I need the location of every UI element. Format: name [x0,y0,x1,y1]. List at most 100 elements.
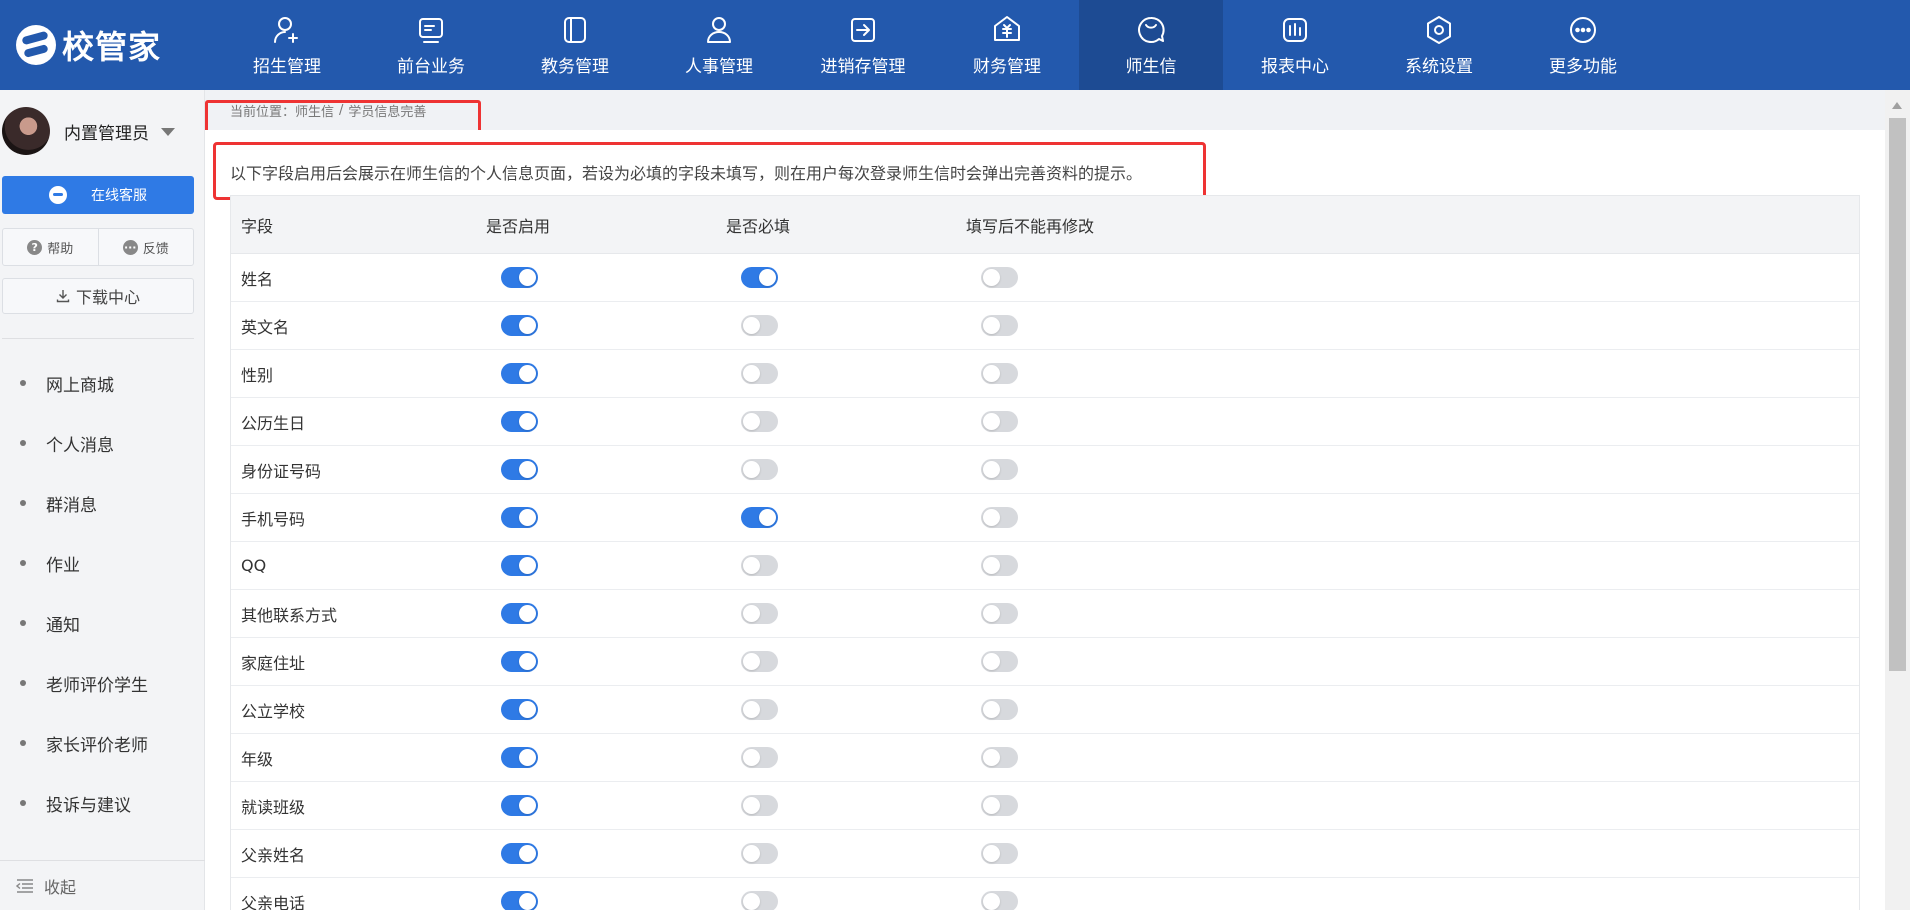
user-name: 内置管理员 [64,123,149,144]
locked-toggle[interactable] [981,795,1018,816]
nav-label: 人事管理 [685,56,753,77]
enabled-toggle[interactable] [501,315,538,336]
required-toggle[interactable] [741,747,778,768]
required-toggle[interactable] [741,651,778,672]
locked-toggle[interactable] [981,651,1018,672]
user-menu[interactable]: 内置管理员 [0,100,204,162]
feedback-button[interactable]: ··· 反馈 [97,229,194,265]
nav-label: 前台业务 [397,56,465,77]
locked-toggle[interactable] [981,843,1018,864]
required-toggle[interactable] [741,507,778,528]
download-center-button[interactable]: 下载中心 [2,278,194,314]
online-service-button[interactable]: 在线客服 [2,176,194,214]
nav-item-7[interactable]: 报表中心 [1223,0,1367,90]
enabled-toggle-cell [486,843,726,864]
enabled-toggle[interactable] [501,795,538,816]
enabled-toggle[interactable] [501,843,538,864]
enabled-toggle[interactable] [501,699,538,720]
sidebar-divider [2,338,194,339]
field-name: 年级 [241,749,274,769]
enabled-toggle-cell [486,315,726,336]
table-row: 父亲姓名 [231,830,1859,878]
top-nav-bar: 校管家 招生管理 前台业务 教务管理 人事管理 进销存管理 财务管理 师生信 报表中心 系统设置… [0,0,1910,90]
sidebar-item[interactable]: 网上商城 [0,353,204,413]
bullet-icon [20,740,26,746]
sidebar-item[interactable]: 家长评价老师 [0,713,204,773]
table-body: 姓名 英文名 性别 公历生日 身份证号码 手机号码 QQ 其他联系方式 家庭住址 公立学校 年级 就读… [231,254,1859,910]
enabled-toggle[interactable] [501,891,538,910]
locked-toggle[interactable] [981,267,1018,288]
required-toggle[interactable] [741,603,778,624]
locked-toggle[interactable] [981,507,1018,528]
nav-item-6[interactable]: 师生信 [1079,0,1223,90]
table-row: 公历生日 [231,398,1859,446]
enabled-toggle[interactable] [501,651,538,672]
required-toggle[interactable] [741,411,778,432]
table-row: 年级 [231,734,1859,782]
locked-toggle[interactable] [981,603,1018,624]
sidebar-item[interactable]: 老师评价学生 [0,653,204,713]
enabled-toggle[interactable] [501,459,538,480]
help-button[interactable]: ? 帮助 [3,229,98,265]
nav-item-2[interactable]: 教务管理 [503,0,647,90]
locked-toggle[interactable] [981,363,1018,384]
required-toggle[interactable] [741,891,778,910]
required-toggle[interactable] [741,843,778,864]
book-icon [559,14,591,46]
locked-toggle[interactable] [981,459,1018,480]
nav-item-5[interactable]: 财务管理 [935,0,1079,90]
download-center-label: 下载中心 [75,288,140,307]
locked-toggle[interactable] [981,555,1018,576]
nav-item-1[interactable]: 前台业务 [359,0,503,90]
desk-icon [415,14,447,46]
required-toggle-cell [726,651,966,672]
required-toggle[interactable] [741,459,778,480]
nav-item-4[interactable]: 进销存管理 [791,0,935,90]
required-toggle[interactable] [741,555,778,576]
collapse-button[interactable]: 收起 [0,860,205,910]
bullet-icon [20,380,26,386]
locked-toggle[interactable] [981,747,1018,768]
locked-toggle[interactable] [981,891,1018,910]
required-toggle-cell [726,507,966,528]
header-enabled: 是否启用 [486,216,551,236]
sidebar-item-label: 通知 [46,615,80,636]
enabled-toggle[interactable] [501,747,538,768]
bullet-icon [20,800,26,806]
enabled-toggle[interactable] [501,267,538,288]
nav-item-3[interactable]: 人事管理 [647,0,791,90]
field-name: 就读班级 [241,797,306,817]
sidebar-item[interactable]: 通知 [0,593,204,653]
required-toggle[interactable] [741,795,778,816]
required-toggle[interactable] [741,699,778,720]
content-panel: 以下字段启用后会展示在师生信的个人信息页面，若设为必填的字段未填写，则在用户每次… [205,130,1885,910]
required-toggle[interactable] [741,363,778,384]
sidebar-item[interactable]: 投诉与建议 [0,773,204,833]
nav-item-9[interactable]: 更多功能 [1511,0,1655,90]
sidebar-item[interactable]: 群消息 [0,473,204,533]
locked-toggle[interactable] [981,411,1018,432]
table-row: 姓名 [231,254,1859,302]
enabled-toggle[interactable] [501,603,538,624]
sidebar-item[interactable]: 作业 [0,533,204,593]
sidebar-item[interactable]: 个人消息 [0,413,204,473]
scroll-thumb[interactable] [1889,118,1906,671]
locked-toggle[interactable] [981,699,1018,720]
nav-label: 报表中心 [1261,56,1329,77]
chevron-down-icon [161,128,175,136]
field-name: 性别 [241,365,274,385]
enabled-toggle[interactable] [501,411,538,432]
logo[interactable]: 校管家 [0,0,215,90]
required-toggle[interactable] [741,267,778,288]
enabled-toggle[interactable] [501,555,538,576]
scroll-up-arrow[interactable] [1892,102,1902,109]
scrollbar[interactable] [1885,90,1910,910]
enabled-toggle[interactable] [501,507,538,528]
nav-item-8[interactable]: 系统设置 [1367,0,1511,90]
locked-toggle[interactable] [981,315,1018,336]
required-toggle-cell [726,891,966,910]
enabled-toggle[interactable] [501,363,538,384]
required-toggle[interactable] [741,315,778,336]
nav-item-0[interactable]: 招生管理 [215,0,359,90]
required-toggle-cell [726,699,966,720]
